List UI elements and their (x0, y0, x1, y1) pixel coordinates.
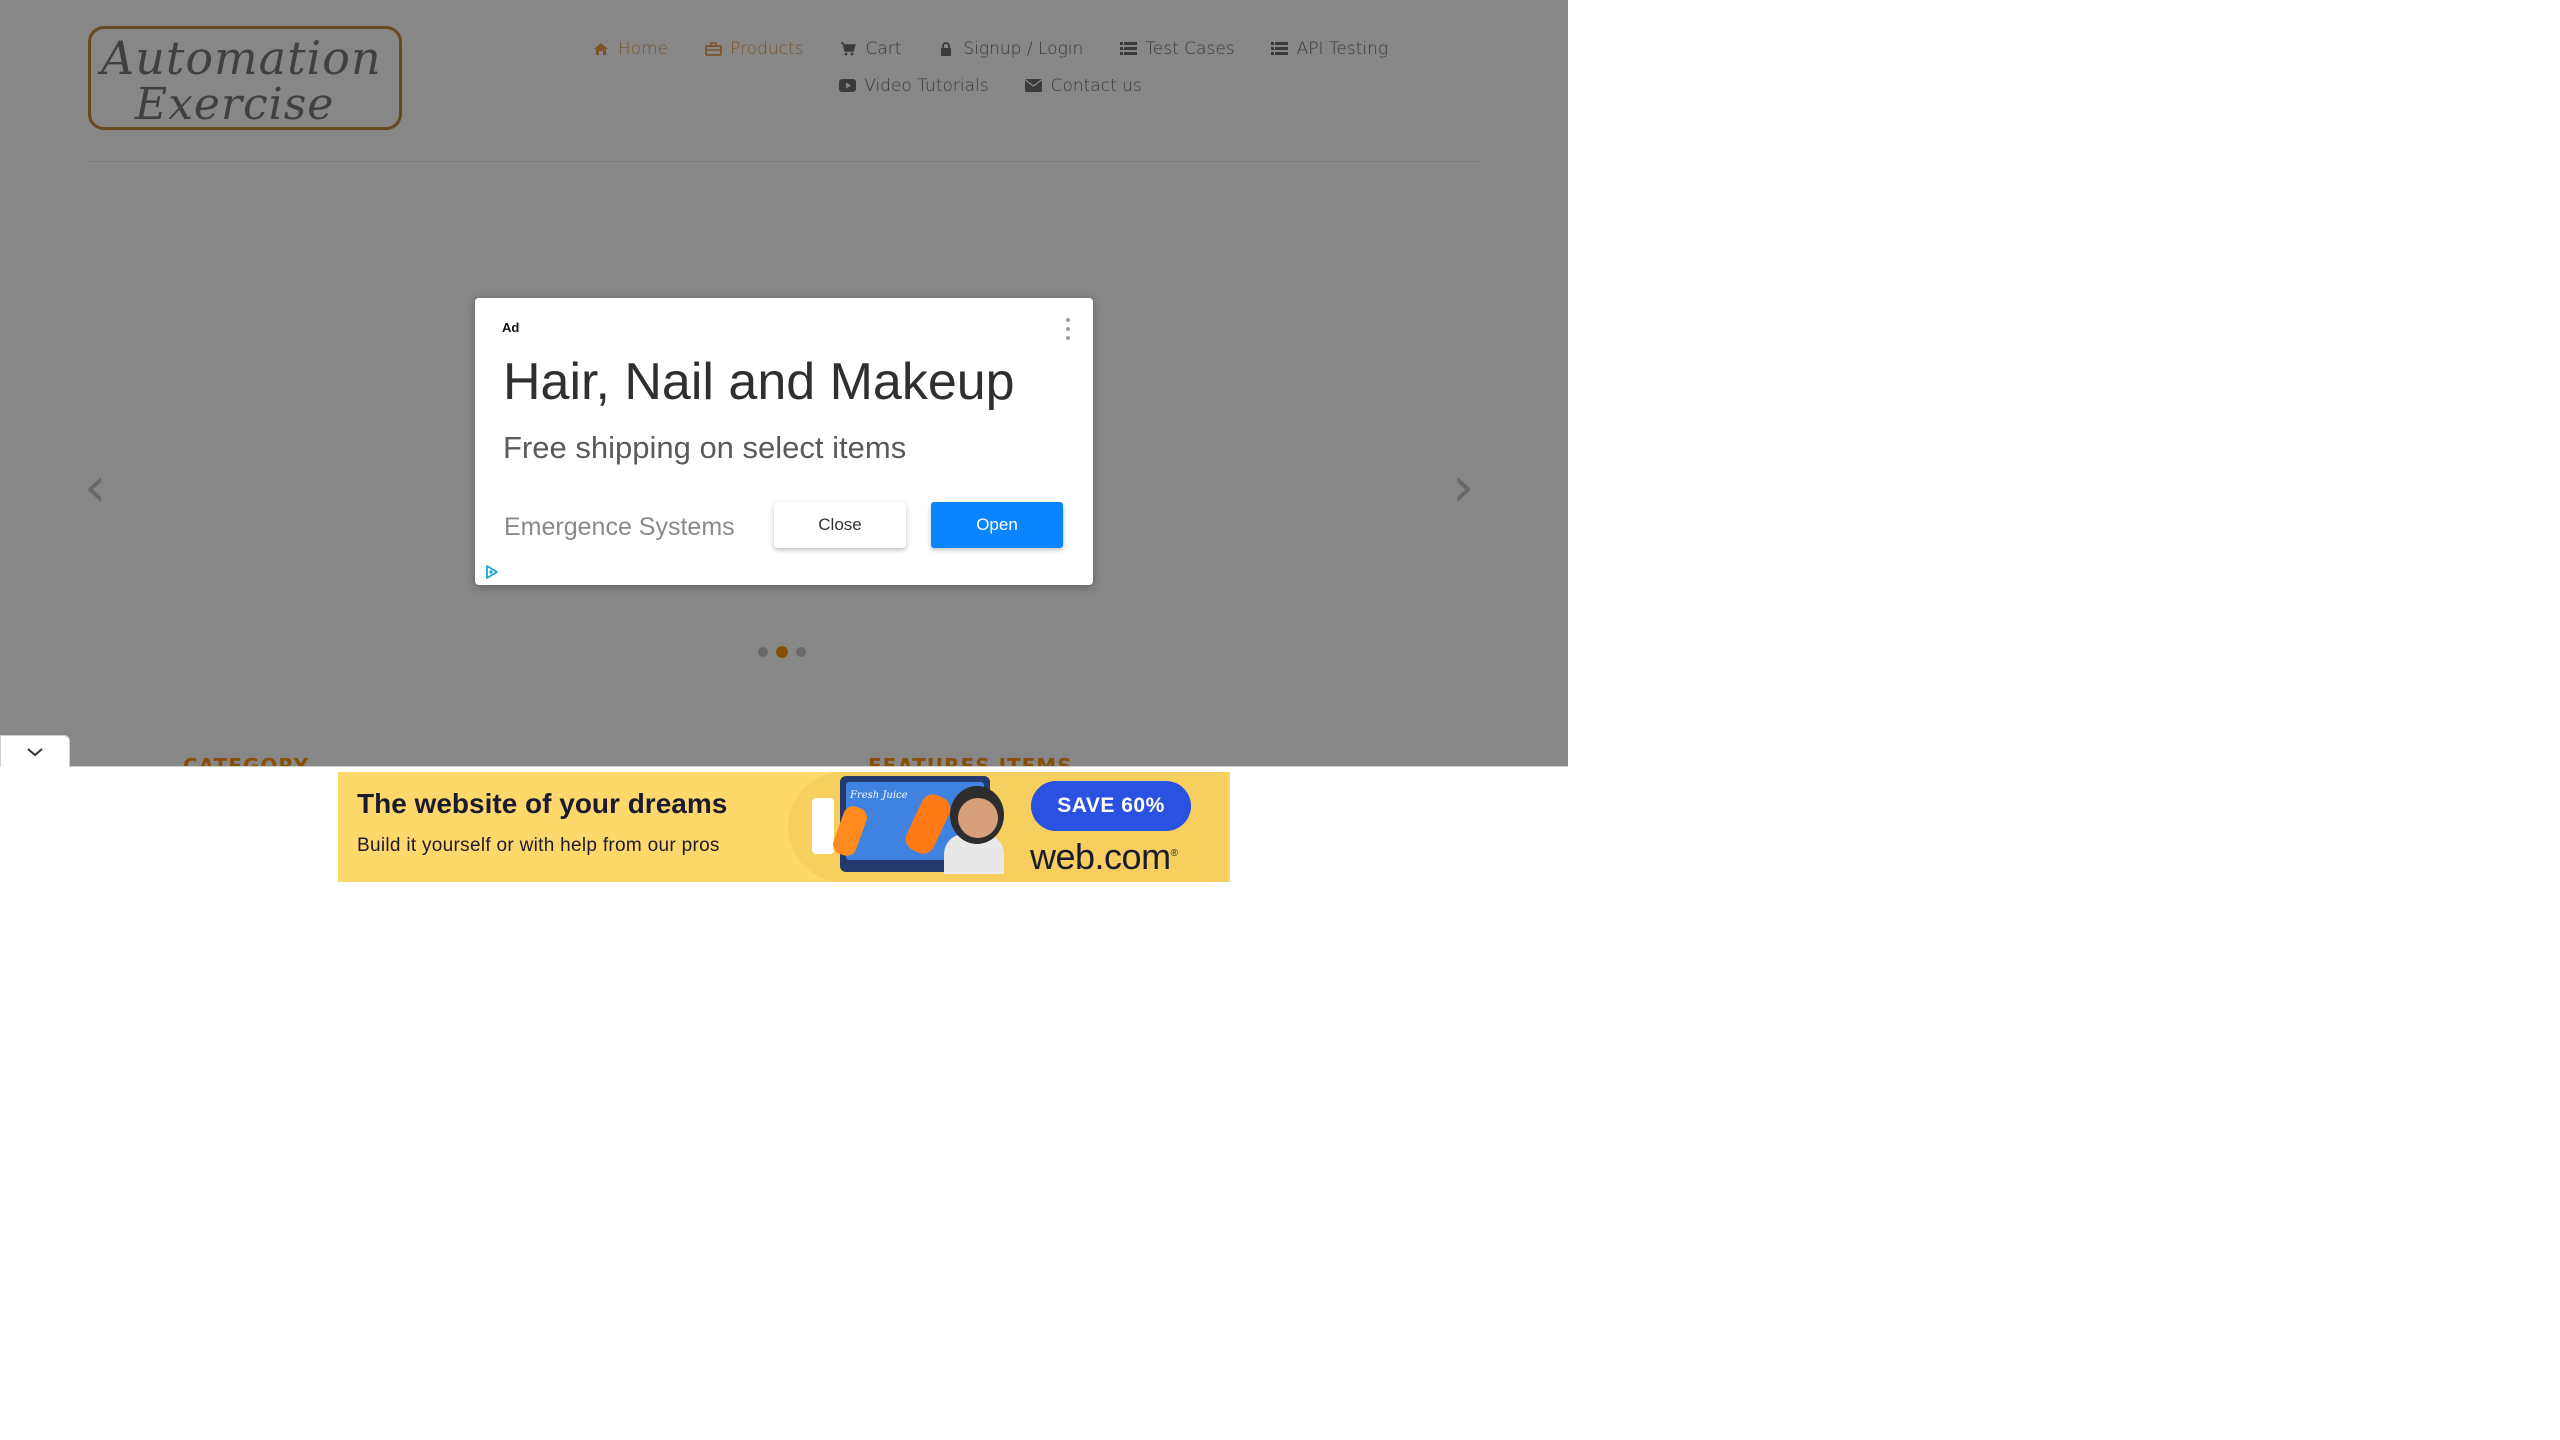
banner-brand-mark: ® (1170, 848, 1178, 859)
banner-headline: The website of your dreams (357, 788, 728, 819)
ad-options-kebab-icon[interactable] (1063, 318, 1073, 340)
adchoices-icon[interactable] (484, 564, 500, 580)
ad-advertiser[interactable]: Emergence Systems (504, 513, 735, 542)
ad-title[interactable]: Hair, Nail and Makeup (503, 352, 1015, 412)
banner-mockup-sidebar (812, 798, 834, 854)
banner-mockup-title: Fresh Juice (850, 790, 908, 801)
banner-save-button[interactable]: SAVE 60% (1031, 781, 1191, 831)
ad-label: Ad (502, 320, 520, 335)
collapse-ad-button[interactable] (0, 735, 70, 767)
banner-brand: web.com® (1030, 836, 1178, 878)
ad-close-button[interactable]: Close (774, 502, 906, 548)
ad-open-button[interactable]: Open (931, 502, 1063, 548)
chevron-down-icon (27, 747, 43, 756)
bottom-banner-ad[interactable]: The website of your dreams Build it your… (338, 772, 1230, 882)
ad-dialog: Ad Hair, Nail and Makeup Free shipping o… (475, 298, 1093, 585)
banner-subline: Build it yourself or with help from our … (357, 835, 720, 856)
banner-brand-name: web.com (1030, 836, 1171, 877)
person-face (958, 798, 998, 838)
ad-subtitle[interactable]: Free shipping on select items (503, 430, 906, 466)
